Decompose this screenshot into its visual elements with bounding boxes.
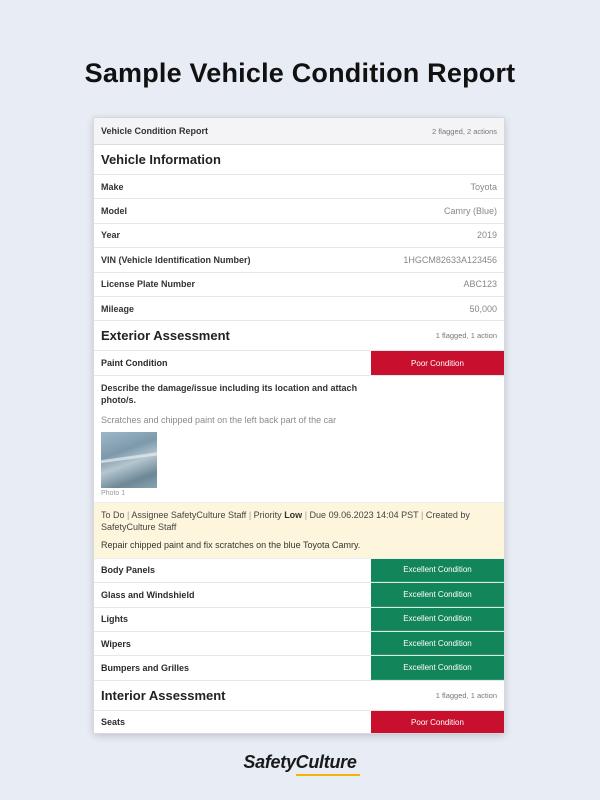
field-value: 50,000 — [469, 303, 497, 314]
section-heading: Vehicle Information — [101, 152, 221, 167]
field-mileage: Mileage 50,000 — [94, 297, 504, 322]
logo-text: SafetyCulture — [243, 752, 357, 772]
damage-answer: Scratches and chipped paint on the left … — [101, 414, 337, 425]
photo-caption: Photo 1 — [101, 489, 126, 497]
field-value: Toyota — [470, 181, 497, 192]
field-value: ABC123 — [463, 279, 497, 290]
created-label: Created by — [425, 509, 470, 520]
page-title: Sample Vehicle Condition Report — [84, 58, 516, 88]
action-item[interactable]: To Do | Assignee SafetyCulture Staff | P… — [94, 502, 504, 559]
rating-badge-poor: Poor Condition — [371, 351, 504, 375]
report-summary: 2 flagged, 2 actions — [431, 126, 497, 136]
rating-badge-excellent: Excellent Condition — [371, 631, 504, 656]
item-lights[interactable]: Lights Excellent Condition — [94, 607, 504, 632]
section-vehicle-information: Vehicle Information — [94, 145, 504, 175]
item-glass-windshield[interactable]: Glass and Windshield Excellent Condition — [94, 583, 504, 608]
action-created-by: SafetyCulture Staff — [101, 521, 177, 532]
field-value: Camry (Blue) — [443, 206, 497, 217]
item-label: Wipers — [101, 638, 131, 649]
priority-label: Priority — [253, 509, 282, 520]
item-bumpers-grilles[interactable]: Bumpers and Grilles Excellent Condition — [94, 656, 504, 681]
rating-badge-excellent: Excellent Condition — [371, 607, 504, 631]
item-wipers[interactable]: Wipers Excellent Condition — [94, 631, 504, 657]
item-label: Body Panels — [101, 565, 156, 576]
damage-photo[interactable] — [101, 431, 157, 488]
report-title: Vehicle Condition Report — [101, 126, 209, 136]
section-summary: 1 flagged, 1 action — [435, 690, 497, 700]
field-label: Year — [101, 230, 121, 241]
action-status: To Do — [101, 509, 125, 520]
item-body-panels[interactable]: Body Panels Excellent Condition — [94, 558, 504, 584]
damage-description: Describe the damage/issue including its … — [94, 376, 504, 503]
section-summary: 1 flagged, 1 action — [435, 331, 497, 341]
rating-badge-excellent: Excellent Condition — [371, 656, 504, 680]
action-priority: Low — [284, 509, 303, 520]
item-label: Bumpers and Grilles — [101, 662, 190, 673]
action-description: Repair chipped paint and fix scratches o… — [101, 539, 361, 550]
rating-badge-excellent: Excellent Condition — [371, 583, 504, 607]
rating-badge-excellent: Excellent Condition — [371, 558, 504, 583]
field-value: 2019 — [476, 230, 497, 241]
section-heading: Exterior Assessment — [101, 328, 230, 344]
item-paint-condition[interactable]: Paint Condition Poor Condition — [94, 351, 504, 376]
field-label: Mileage — [101, 303, 135, 314]
item-label: Lights — [101, 614, 128, 625]
due-label: Due — [309, 509, 327, 520]
safetyculture-logo: SafetyCulture — [0, 752, 600, 776]
field-vin: VIN (Vehicle Identification Number) 1HGC… — [94, 248, 504, 273]
section-exterior-assessment: Exterior Assessment 1 flagged, 1 action — [94, 321, 504, 352]
damage-question: Describe the damage/issue including its … — [101, 382, 358, 405]
item-label: Seats — [101, 717, 126, 728]
item-label: Paint Condition — [101, 358, 168, 369]
field-model: Model Camry (Blue) — [94, 199, 504, 224]
report-header: Vehicle Condition Report 2 flagged, 2 ac… — [94, 118, 504, 145]
item-seats[interactable]: Seats Poor Condition — [94, 710, 504, 733]
item-label: Glass and Windshield — [101, 589, 195, 600]
field-make: Make Toyota — [94, 175, 504, 200]
field-license-plate: License Plate Number ABC123 — [94, 273, 504, 297]
action-assignee: SafetyCulture Staff — [170, 509, 247, 520]
field-year: Year 2019 — [94, 224, 504, 249]
action-due: 09.06.2023 14:04 PST — [328, 509, 419, 520]
logo-underline-icon — [296, 774, 360, 776]
field-label: VIN (Vehicle Identification Number) — [101, 254, 251, 265]
section-interior-assessment: Interior Assessment 1 flagged, 1 action — [94, 681, 504, 711]
report-card: Vehicle Condition Report 2 flagged, 2 ac… — [94, 118, 504, 733]
field-label: Model — [101, 206, 127, 217]
section-heading: Interior Assessment — [101, 687, 226, 703]
action-meta: To Do | Assignee SafetyCulture Staff | P… — [101, 509, 470, 532]
assignee-label: Assignee — [131, 509, 169, 520]
field-value: 1HGCM82633A123456 — [403, 254, 497, 265]
field-label: License Plate Number — [101, 279, 196, 290]
field-label: Make — [101, 181, 124, 192]
rating-badge-poor: Poor Condition — [371, 710, 504, 733]
